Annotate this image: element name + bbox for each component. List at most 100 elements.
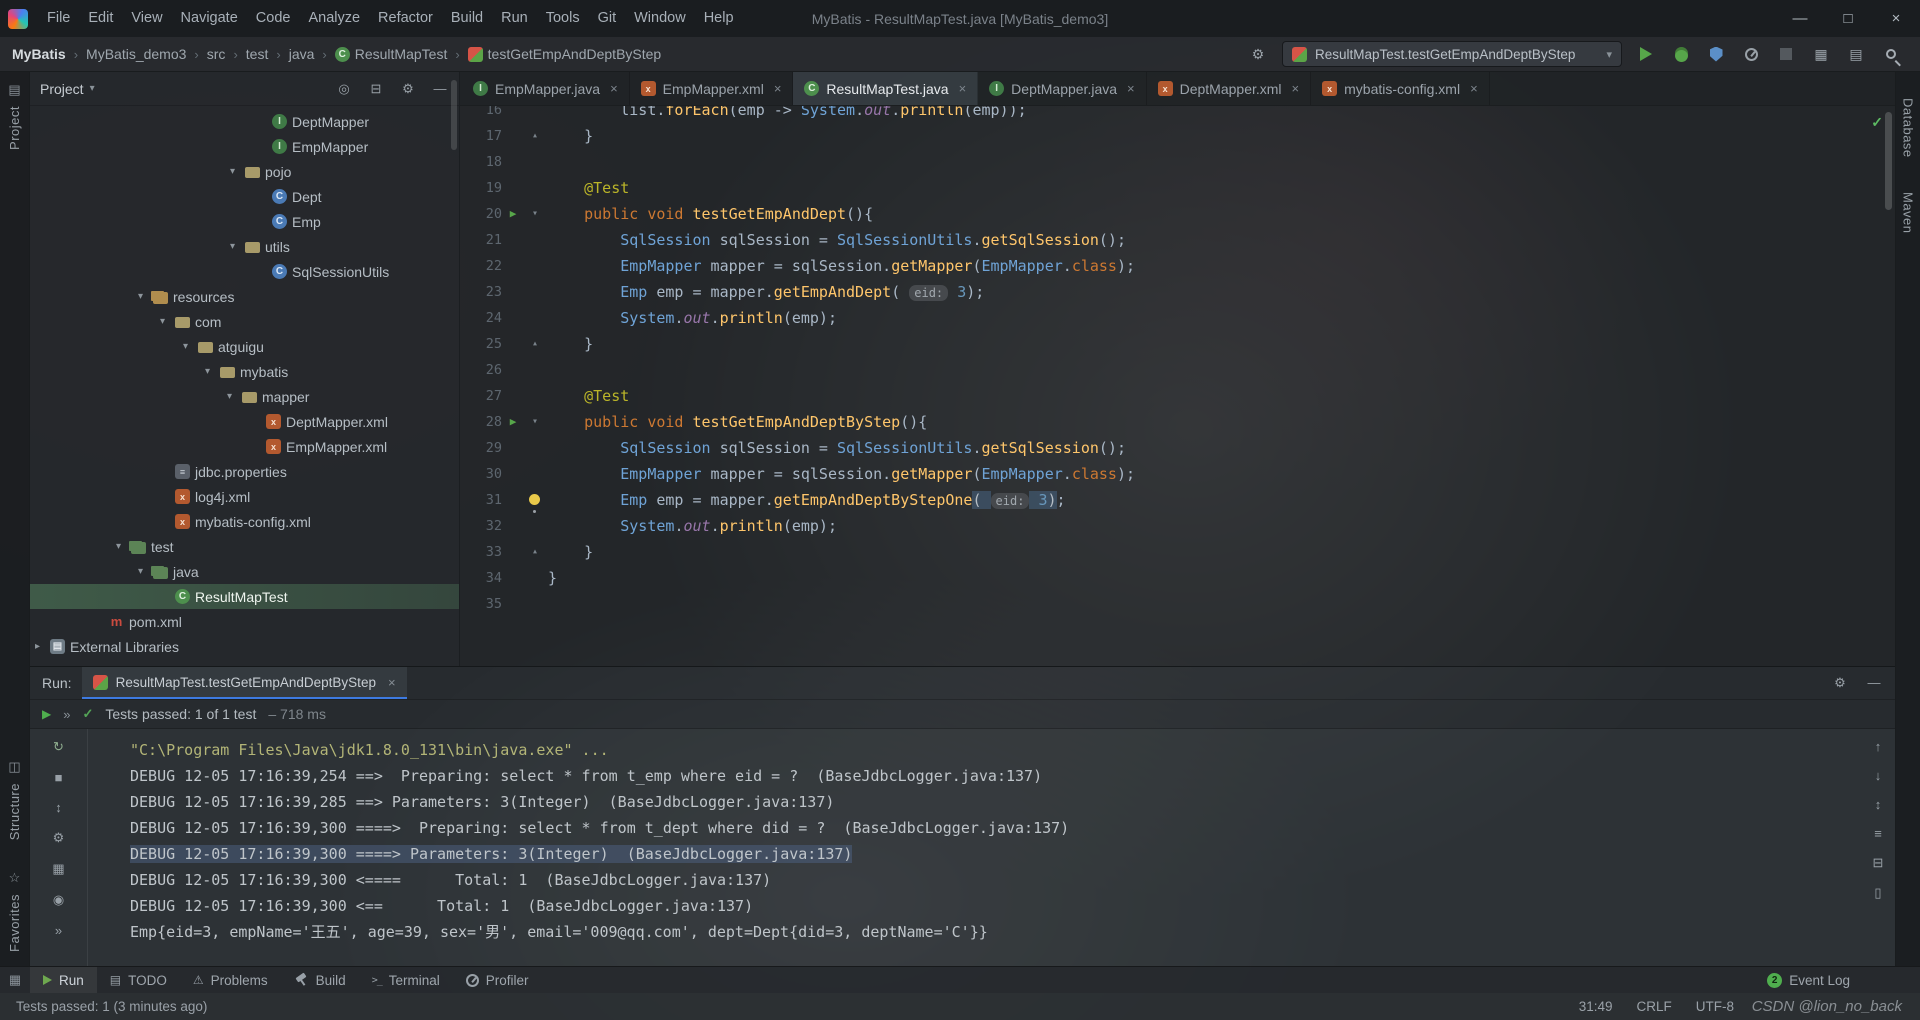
menu-view[interactable]: View (122, 10, 171, 26)
editor-scrollbar[interactable] (1885, 112, 1892, 210)
menu-code[interactable]: Code (247, 10, 300, 26)
tab-deptmapper.xml[interactable]: xDeptMapper.xml× (1147, 72, 1312, 105)
maximize-button[interactable]: □ (1824, 0, 1872, 37)
tree-item-emp[interactable]: CEmp (30, 209, 459, 234)
search-everywhere-button[interactable] (1880, 43, 1902, 65)
maven-toolwindow-button[interactable]: Maven (1901, 192, 1916, 234)
stop-button[interactable] (1775, 43, 1797, 65)
rerun-tests-icon[interactable]: ▶ (42, 707, 51, 721)
settings-icon[interactable]: ⚙ (399, 81, 417, 97)
breadcrumb-mybatis[interactable]: MyBatis (12, 46, 66, 62)
fold-up-icon[interactable]: ▴ (524, 331, 546, 357)
toolwindow-switcher-icon[interactable]: ▦ (0, 972, 30, 988)
snapshot-icon[interactable]: ◉ (50, 892, 68, 908)
print-icon[interactable]: ⊟ (1869, 855, 1887, 871)
collapse-all-icon[interactable]: ⊟ (367, 81, 385, 97)
tree-item-resources[interactable]: ▾resources (30, 284, 459, 309)
scroll-up-icon[interactable]: ↑ (1869, 739, 1887, 754)
close-tab-icon[interactable]: × (1127, 81, 1135, 96)
tree-item-com[interactable]: ▾com (30, 309, 459, 334)
inspection-ok-icon[interactable]: ✓ (1871, 114, 1883, 131)
close-tab-icon[interactable]: × (1470, 81, 1478, 96)
tree-item-jdbc.properties[interactable]: ≡jdbc.properties (30, 459, 459, 484)
fold-up-icon[interactable]: ▴ (524, 123, 546, 149)
toolwindow-button-terminal[interactable]: >_Terminal (359, 967, 453, 993)
run-configuration-select[interactable]: ResultMapTest.testGetEmpAndDeptByStep ▾ (1282, 41, 1622, 67)
tab-deptmapper.java[interactable]: IDeptMapper.java× (978, 72, 1146, 105)
project-panel-title[interactable]: Project (40, 81, 84, 97)
toolwindow-button-build[interactable]: Build (281, 967, 359, 993)
chevron-down-icon[interactable]: ▾ (155, 316, 170, 327)
grid-icon[interactable]: ▦ (50, 861, 68, 877)
project-scrollbar[interactable] (451, 80, 457, 150)
menu-edit[interactable]: Edit (79, 10, 122, 26)
structure-toolwindow-button[interactable]: ◫ Structure (7, 759, 22, 840)
tree-item-external-libraries[interactable]: ▸▤External Libraries (30, 634, 459, 659)
chevron-right-icon[interactable]: ▸ (30, 641, 45, 652)
breadcrumb-testgetempanddeptbystep[interactable]: testGetEmpAndDeptByStep (468, 46, 662, 62)
settings-icon[interactable]: ⚙ (1831, 675, 1849, 691)
chevron-down-icon[interactable]: ▾ (225, 166, 240, 177)
fold-down-icon[interactable]: ▾ (524, 201, 546, 227)
menu-build[interactable]: Build (442, 10, 492, 26)
sort-icon[interactable]: ↕ (50, 800, 68, 815)
encoding-widget[interactable]: UTF-8 (1696, 999, 1734, 1014)
intention-bulb-icon[interactable] (524, 487, 546, 513)
hide-panel-icon[interactable]: — (431, 81, 449, 97)
scroll-down-icon[interactable]: ↓ (1869, 768, 1887, 783)
close-tab-icon[interactable]: × (774, 81, 782, 96)
menu-run[interactable]: Run (492, 10, 537, 26)
breadcrumb-java[interactable]: java (289, 46, 315, 62)
run-button[interactable] (1635, 43, 1657, 65)
menu-navigate[interactable]: Navigate (172, 10, 247, 26)
menu-analyze[interactable]: Analyze (299, 10, 369, 26)
close-button[interactable]: × (1872, 0, 1920, 37)
expand-toolbar-icon[interactable]: » (63, 707, 70, 722)
tree-item-empmapper.xml[interactable]: xEmpMapper.xml (30, 434, 459, 459)
console-output[interactable]: "C:\Program Files\Java\jdk1.8.0_131\bin\… (88, 729, 1861, 966)
tree-item-test[interactable]: ▾test (30, 534, 459, 559)
menu-refactor[interactable]: Refactor (369, 10, 442, 26)
chevron-down-icon[interactable]: ▾ (200, 366, 215, 377)
expand-icon[interactable]: » (50, 923, 68, 938)
chevron-down-icon[interactable]: ▾ (133, 291, 148, 302)
breadcrumb-resultmaptest[interactable]: CResultMapTest (335, 46, 448, 62)
chevron-down-icon[interactable]: ▾ (133, 566, 148, 577)
menu-git[interactable]: Git (589, 10, 626, 26)
close-tab-icon[interactable]: × (1292, 81, 1300, 96)
fold-down-icon[interactable]: ▾ (524, 409, 546, 435)
tree-item-pojo[interactable]: ▾pojo (30, 159, 459, 184)
run-test-gutter-icon[interactable]: ▶ (502, 201, 524, 227)
rerun-icon[interactable]: ↻ (50, 739, 68, 755)
chevron-down-icon[interactable]: ▾ (111, 541, 126, 552)
menu-icon[interactable]: ≡ (1869, 826, 1887, 841)
favorites-toolwindow-button[interactable]: ☆ Favorites (7, 870, 22, 952)
stop-icon[interactable]: ■ (50, 770, 68, 785)
toolwindow-button-profiler[interactable]: Profiler (453, 967, 542, 993)
locate-file-icon[interactable]: ◎ (335, 81, 353, 97)
tree-item-utils[interactable]: ▾utils (30, 234, 459, 259)
coverage-button[interactable] (1705, 43, 1727, 65)
hide-panel-icon[interactable]: — (1865, 675, 1883, 691)
chevron-down-icon[interactable]: ▾ (222, 391, 237, 402)
menu-file[interactable]: File (38, 10, 79, 26)
layout-button[interactable]: ▤ (1845, 43, 1867, 65)
tree-item-pom.xml[interactable]: mpom.xml (30, 609, 459, 634)
event-log-button[interactable]: 2 Event Log (1767, 973, 1920, 988)
menu-window[interactable]: Window (625, 10, 695, 26)
fold-up-icon[interactable]: ▴ (524, 539, 546, 565)
tree-item-atguigu[interactable]: ▾atguigu (30, 334, 459, 359)
breadcrumb-src[interactable]: src (207, 46, 226, 62)
toolwindow-button-todo[interactable]: ▤TODO (97, 967, 180, 993)
clear-icon[interactable]: ▯ (1869, 885, 1887, 901)
toolwindows-button[interactable]: ▦ (1810, 43, 1832, 65)
chevron-down-icon[interactable]: ▾ (225, 241, 240, 252)
chevron-down-icon[interactable]: ▾ (178, 341, 193, 352)
tab-empmapper.java[interactable]: IEmpMapper.java× (462, 72, 630, 105)
tab-mybatis-config.xml[interactable]: xmybatis-config.xml× (1311, 72, 1490, 105)
settings-icon[interactable]: ⚙ (50, 830, 68, 846)
tree-item-deptmapper[interactable]: IDeptMapper (30, 109, 459, 134)
run-test-gutter-icon[interactable]: ▶ (502, 409, 524, 435)
tree-item-empmapper[interactable]: IEmpMapper (30, 134, 459, 159)
close-tab-icon[interactable]: × (610, 81, 618, 96)
